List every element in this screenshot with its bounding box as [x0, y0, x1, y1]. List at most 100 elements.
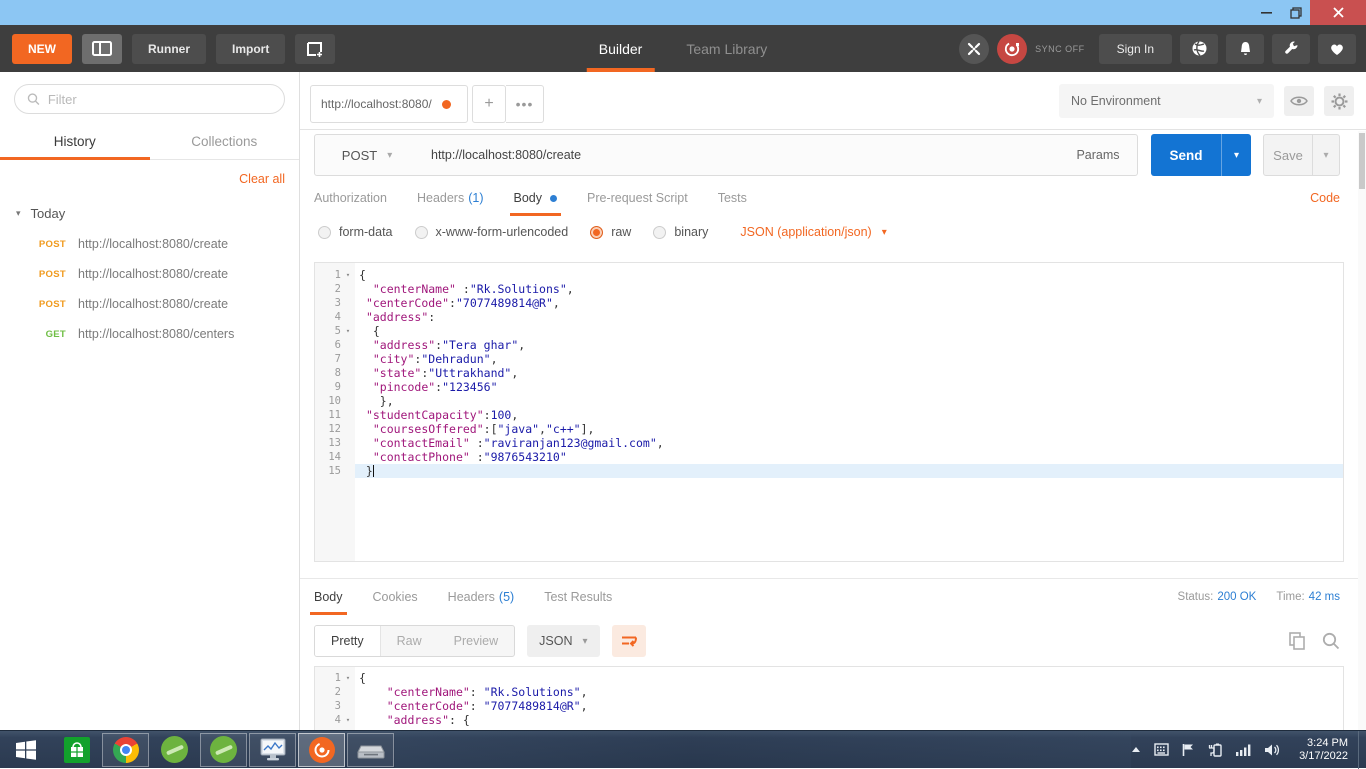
binary-label[interactable]: binary	[674, 225, 708, 239]
taskbar-spring-icon-2[interactable]	[200, 733, 247, 767]
history-item[interactable]: POSThttp://localhost:8080/create	[0, 289, 299, 319]
scrollbar-thumb[interactable]	[1359, 133, 1365, 189]
show-desktop-button[interactable]	[1358, 731, 1366, 769]
response-tab-headers[interactable]: Headers (5)	[448, 579, 515, 615]
taskbar-spring-icon-1[interactable]	[151, 733, 198, 767]
settings-button[interactable]	[1272, 34, 1310, 64]
import-button[interactable]: Import	[216, 34, 285, 64]
power-battery-icon[interactable]	[1208, 743, 1223, 757]
fold-caret-icon[interactable]: ▾	[341, 671, 355, 685]
taskbar-drive-icon[interactable]	[347, 733, 394, 767]
environment-preview-button[interactable]	[1284, 86, 1314, 116]
save-options-button[interactable]: ▾	[1312, 135, 1339, 175]
view-pretty-button[interactable]: Pretty	[315, 626, 381, 656]
explore-button[interactable]	[1180, 34, 1218, 64]
tab-collections[interactable]: Collections	[150, 124, 300, 159]
tab-history[interactable]: History	[0, 124, 150, 159]
code-text: "address":	[355, 310, 1343, 324]
volume-icon[interactable]	[1264, 743, 1280, 757]
code-line: 13 "contactEmail" :"raviranjan123@gmail.…	[315, 436, 1343, 450]
url-input[interactable]: http://localhost:8080/create	[419, 135, 1059, 175]
history-item[interactable]: GEThttp://localhost:8080/centers	[0, 319, 299, 349]
restore-button[interactable]	[1281, 0, 1310, 25]
notifications-button[interactable]	[1226, 34, 1264, 64]
fold-caret-icon[interactable]: ▾	[341, 713, 355, 727]
tab-authorization[interactable]: Authorization	[314, 180, 387, 216]
new-window-button[interactable]	[295, 34, 335, 64]
tab-prerequest-script[interactable]: Pre-request Script	[587, 180, 688, 216]
history-group-today[interactable]: ▾ Today	[0, 196, 299, 229]
tab-options-button[interactable]: •••	[506, 85, 544, 123]
fold-caret-icon[interactable]: ▾	[341, 324, 355, 338]
line-number: 14	[315, 450, 341, 464]
history-item[interactable]: POSThttp://localhost:8080/create	[0, 229, 299, 259]
raw-label[interactable]: raw	[611, 225, 631, 239]
start-button[interactable]	[0, 731, 52, 769]
taskbar-store-icon[interactable]	[53, 733, 100, 767]
fold-spacer	[341, 282, 355, 296]
response-tab-cookies[interactable]: Cookies	[373, 579, 418, 615]
response-body-editor[interactable]: 1▾{2 "centerName": "Rk.Solutions",3 "cen…	[314, 666, 1344, 730]
taskbar-clock[interactable]: 3:24 PM 3/17/2022	[1299, 737, 1348, 763]
headers-count-badge: (1)	[468, 191, 483, 205]
taskbar-monitor-icon[interactable]	[249, 733, 296, 767]
fold-caret-icon[interactable]: ▾	[341, 268, 355, 282]
radio-raw[interactable]	[590, 226, 603, 239]
taskbar-postman-icon[interactable]	[298, 733, 345, 767]
save-button[interactable]: Save	[1264, 135, 1312, 175]
method-select[interactable]: POST ▾	[315, 135, 419, 175]
fold-spacer	[341, 408, 355, 422]
response-tab-body[interactable]: Body	[314, 579, 343, 615]
touch-keyboard-icon[interactable]	[1154, 743, 1169, 756]
radio-binary[interactable]	[653, 226, 666, 239]
send-button[interactable]: Send	[1151, 134, 1221, 176]
environment-select[interactable]: No Environment ▾	[1059, 84, 1274, 118]
tab-builder[interactable]: Builder	[577, 25, 665, 72]
sign-in-button[interactable]: Sign In	[1099, 34, 1172, 64]
radio-urlencoded[interactable]	[415, 226, 428, 239]
request-method-badge: POST	[30, 269, 66, 280]
minimize-button[interactable]	[1252, 0, 1281, 25]
history-item[interactable]: POSThttp://localhost:8080/create	[0, 259, 299, 289]
sync-button[interactable]	[997, 34, 1027, 64]
taskbar-empty-area[interactable]	[395, 731, 1131, 768]
body-mode-bar: form-data x-www-form-urlencoded raw bina…	[300, 216, 1366, 248]
tab-body[interactable]: Body	[514, 180, 558, 216]
request-tab[interactable]: http://localhost:8080/	[310, 85, 468, 123]
new-tab-button[interactable]: +	[472, 85, 506, 123]
tab-tests[interactable]: Tests	[718, 180, 747, 216]
view-preview-button[interactable]: Preview	[438, 626, 514, 656]
response-format-select[interactable]: JSON ▾	[527, 625, 599, 657]
tab-headers[interactable]: Headers (1)	[417, 180, 484, 216]
code-text: "centerName" :"Rk.Solutions",	[355, 282, 1343, 296]
main-scrollbar[interactable]	[1358, 131, 1366, 730]
favorites-button[interactable]	[1318, 34, 1356, 64]
tray-expand-icon[interactable]	[1131, 746, 1141, 753]
clear-all-link[interactable]: Clear all	[239, 172, 285, 186]
filter-input[interactable]	[48, 92, 272, 107]
wrap-lines-button[interactable]	[612, 625, 646, 657]
runner-button[interactable]: Runner	[132, 34, 206, 64]
view-raw-button[interactable]: Raw	[381, 626, 438, 656]
send-options-button[interactable]: ▾	[1221, 134, 1251, 176]
content-type-select[interactable]: JSON (application/json) ▾	[740, 225, 886, 239]
new-button[interactable]: NEW	[12, 34, 72, 64]
environment-settings-button[interactable]	[1324, 86, 1354, 116]
generate-code-link[interactable]: Code	[1310, 191, 1340, 205]
params-button[interactable]: Params	[1059, 135, 1137, 175]
request-body-editor[interactable]: 1▾{2 "centerName" :"Rk.Solutions",3 "cen…	[314, 262, 1344, 562]
sidebar-toggle-button[interactable]	[82, 34, 122, 64]
urlencoded-label[interactable]: x-www-form-urlencoded	[436, 225, 569, 239]
network-signal-icon[interactable]	[1236, 744, 1251, 756]
tab-team-library[interactable]: Team Library	[664, 25, 789, 72]
interceptor-button[interactable]	[959, 34, 989, 64]
taskbar-chrome-icon[interactable]	[102, 733, 149, 767]
action-center-flag-icon[interactable]	[1182, 743, 1195, 757]
response-tab-body-label: Body	[314, 590, 343, 604]
close-button[interactable]	[1310, 0, 1366, 25]
response-tab-test-results[interactable]: Test Results	[544, 579, 612, 615]
form-data-label[interactable]: form-data	[339, 225, 393, 239]
radio-form-data[interactable]	[318, 226, 331, 239]
copy-icon[interactable]	[1289, 632, 1306, 650]
search-response-icon[interactable]	[1322, 632, 1340, 650]
